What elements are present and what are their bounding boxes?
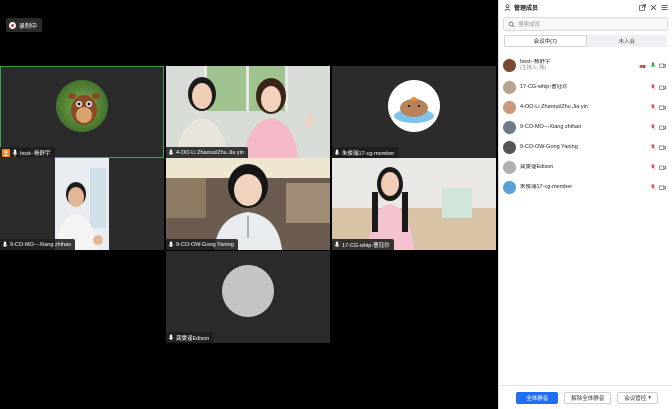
panel-title: 管理成员 [514, 5, 539, 12]
tab-not-joined[interactable]: 未入会 [587, 35, 668, 47]
member-row[interactable]: 17-CG-whip-曹钰珍 [499, 77, 672, 97]
meeting-controls-label: 会议管控 [624, 395, 647, 402]
member-row[interactable]: 9-CO-MO---Xiang zhihao [499, 117, 672, 137]
meeting-controls-button[interactable]: 会议管控 ▾ [617, 391, 658, 404]
avatar [503, 160, 516, 174]
default-avatar [222, 265, 274, 317]
avatar [503, 120, 516, 134]
avatar [503, 180, 516, 194]
member-search-input[interactable]: 搜索成员 [503, 17, 668, 31]
tile-name-tag: 17-CG-whip-曹钰珍 [332, 239, 394, 250]
mic-icon [168, 241, 174, 247]
unmute-all-button[interactable]: 解除全体静音 [564, 391, 612, 404]
members-icon [503, 3, 511, 11]
avatar [503, 140, 516, 154]
mic-muted-icon[interactable] [649, 83, 656, 91]
member-name: 17-CG-whip-曹钰珍 [520, 83, 568, 90]
tile-name-tag: 9-CO-OW-Gong Yaning [166, 239, 238, 250]
participant-video [55, 158, 109, 250]
tile-name: 龚雯谣Edison [176, 335, 210, 342]
tile-name: host--杨舒宇 [20, 150, 51, 157]
tile-name: 4-OO-Li Zhaorui/Zhu Jia yin [176, 149, 244, 156]
member-row[interactable]: 朱俊瑞17-cg-member [499, 177, 672, 197]
avatar [503, 80, 516, 94]
video-tile-host[interactable]: host--杨舒宇 [0, 66, 164, 158]
participant-video [166, 158, 330, 250]
member-row[interactable]: 龚雯谣Edison [499, 157, 672, 177]
tile-name-tag: host--杨舒宇 [0, 147, 55, 158]
member-name: 9-CO-MO---Xiang zhihao [520, 123, 582, 130]
mic-icon [168, 149, 174, 155]
camera-icon[interactable] [659, 84, 666, 91]
video-tile-3[interactable]: 朱俊瑞17-cg-member [332, 66, 496, 158]
participant-video [166, 66, 330, 158]
tile-name-tag: 9-CO-MO---Xiang zhihao [0, 239, 76, 250]
tile-name-tag: 龚雯谣Edison [166, 332, 214, 343]
member-name: 朱俊瑞17-cg-member [520, 183, 573, 190]
tile-name-tag: 4-OO-Li Zhaorui/Zhu Jia yin [166, 147, 248, 158]
camera-icon[interactable] [659, 62, 666, 69]
video-grid: 录制中 host--杨舒宇 4-OO-Li Zhaorui/Zhu Jia yi… [0, 0, 498, 409]
recording-label: 录制中 [19, 23, 38, 30]
video-tile-6[interactable]: 17-CG-whip-曹钰珍 [332, 158, 496, 250]
share-screen-icon[interactable] [639, 62, 646, 69]
camera-icon[interactable] [659, 104, 666, 111]
video-tile-7[interactable]: 龚雯谣Edison [166, 251, 330, 343]
video-tile-2[interactable]: 4-OO-Li Zhaorui/Zhu Jia yin [166, 66, 330, 158]
mic-muted-icon[interactable] [649, 103, 656, 111]
participant-avatar-image [388, 80, 440, 132]
tab-in-meeting[interactable]: 会议中(7) [504, 35, 587, 47]
mic-icon [334, 149, 340, 155]
avatar [503, 100, 516, 114]
member-name: 龚雯谣Edison [520, 163, 554, 170]
members-panel: 管理成员 搜索成员 会议中(7) 未入会 host--杨舒宇 (主持人, 我) … [498, 0, 672, 409]
mic-on-icon[interactable] [649, 61, 656, 69]
tile-name: 17-CG-whip-曹钰珍 [342, 242, 390, 249]
chevron-down-icon: ▾ [648, 394, 651, 401]
panel-header: 管理成员 [499, 0, 672, 14]
member-row[interactable]: host--杨舒宇 (主持人, 我) [499, 53, 672, 77]
record-icon [9, 21, 16, 29]
mic-muted-icon[interactable] [649, 123, 656, 131]
member-tabs: 会议中(7) 未入会 [504, 35, 667, 47]
mute-all-button[interactable]: 全体静音 [516, 391, 559, 404]
participant-video [332, 158, 496, 250]
video-tile-4[interactable]: 9-CO-MO---Xiang zhihao [0, 158, 164, 250]
member-name: 4-OO-Li Zhaorui/Zhu Jia yin [520, 103, 588, 110]
video-tile-5[interactable]: 9-CO-OW-Gong Yaning [166, 158, 330, 250]
search-placeholder: 搜索成员 [518, 22, 541, 28]
member-row[interactable]: 9-CO-OW-Gong Yaning [499, 137, 672, 157]
host-avatar-image [56, 80, 108, 132]
member-row[interactable]: 4-OO-Li Zhaorui/Zhu Jia yin [499, 97, 672, 117]
search-icon [508, 21, 515, 28]
mic-muted-icon[interactable] [649, 163, 656, 171]
avatar [503, 58, 516, 72]
mic-muted-icon[interactable] [649, 183, 656, 191]
mic-icon [2, 241, 8, 247]
close-icon[interactable] [649, 3, 657, 11]
member-name: 9-CO-OW-Gong Yaning [520, 143, 578, 150]
menu-icon[interactable] [660, 3, 668, 11]
tile-name: 朱俊瑞17-cg-member [342, 150, 395, 157]
panel-footer: 全体静音 解除全体静音 会议管控 ▾ [499, 385, 672, 409]
mic-muted-icon[interactable] [649, 143, 656, 151]
camera-icon[interactable] [659, 144, 666, 151]
member-list: host--杨舒宇 (主持人, 我) 17-CG-whip-曹钰珍 4-OO-L… [499, 53, 672, 197]
tile-name: 9-CO-MO---Xiang zhihao [10, 241, 72, 248]
camera-icon[interactable] [659, 164, 666, 171]
mic-icon [168, 334, 174, 340]
tile-name: 9-CO-OW-Gong Yaning [176, 241, 234, 248]
tile-name-tag: 朱俊瑞17-cg-member [332, 147, 399, 158]
mic-icon [12, 149, 18, 157]
member-role: (主持人, 我) [520, 65, 547, 72]
camera-icon[interactable] [659, 184, 666, 191]
camera-icon[interactable] [659, 124, 666, 131]
popout-icon[interactable] [638, 3, 646, 11]
host-badge-icon [2, 148, 10, 157]
meeting-window: 录制中 host--杨舒宇 4-OO-Li Zhaorui/Zhu Jia yi… [0, 0, 672, 409]
recording-indicator[interactable]: 录制中 [6, 18, 43, 32]
mic-icon [334, 241, 340, 247]
